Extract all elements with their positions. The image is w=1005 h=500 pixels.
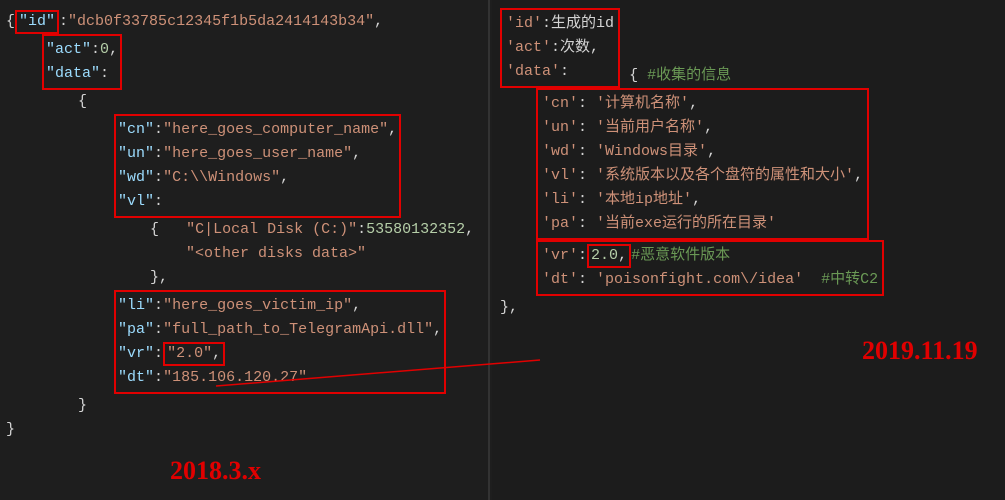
json-key-act: "act"	[46, 41, 91, 58]
json-key-id: "id"	[19, 13, 55, 30]
json-key-id: 'id'	[506, 15, 542, 32]
json-key-disk: "C|Local Disk (C:)"	[186, 221, 357, 238]
json-val-vr: "2.0"	[167, 345, 212, 362]
json-key-wd: "wd"	[118, 169, 154, 186]
json-val-li: '本地ip地址'	[596, 191, 692, 208]
code-line: "<other disks data>"	[6, 242, 482, 266]
json-key-li: "li"	[118, 297, 154, 314]
json-val-cn: "here_goes_computer_name"	[163, 121, 388, 138]
json-key-dt: 'dt'	[542, 271, 578, 288]
json-val-pa: "full_path_to_TelegramApi.dll"	[163, 321, 433, 338]
json-key-vr: "vr"	[118, 345, 154, 362]
comment: #恶意软件版本	[631, 247, 730, 264]
json-key-cn: 'cn'	[542, 95, 578, 112]
code-line: "cn":"here_goes_computer_name", "un":"he…	[6, 114, 482, 218]
code-line: },	[500, 296, 997, 320]
json-val-disk: 53580132352	[366, 221, 465, 238]
json-key-act: 'act'	[506, 39, 551, 56]
json-key-dt: "dt"	[118, 369, 154, 386]
code-line: "li":"here_goes_victim_ip", "pa":"full_p…	[6, 290, 482, 394]
code-line: 'cn': '计算机名称', 'un': '当前用户名称', 'wd': 'Wi…	[500, 88, 997, 240]
code-panel-right: 'id':生成的id 'act':次数, 'data': { #收集的信息 'c…	[492, 0, 1005, 500]
json-key-vr: 'vr'	[542, 247, 578, 264]
json-val-un: "here_goes_user_name"	[163, 145, 352, 162]
json-val-li: "here_goes_victim_ip"	[163, 297, 352, 314]
code-line: {	[6, 90, 482, 114]
comment: #中转C2	[821, 271, 878, 288]
json-key-data: "data"	[46, 65, 100, 82]
json-val-dt: 'poisonfight.com\/idea'	[596, 271, 803, 288]
comment: #收集的信息	[647, 67, 731, 84]
json-val-wd: "C:\\Windows"	[163, 169, 280, 186]
json-val-vl: '系统版本以及各个盘符的属性和大小'	[596, 167, 854, 184]
json-key-cn: "cn"	[118, 121, 154, 138]
code-line: 'vr':2.0,#恶意软件版本 'dt': 'poisonfight.com\…	[500, 240, 997, 296]
json-key-wd: 'wd'	[542, 143, 578, 160]
json-val-vr: 2.0	[591, 247, 618, 264]
code-panel-left: {"id":"dcb0f33785c12345f1b5da2414143b34"…	[0, 0, 490, 500]
json-key-pa: "pa"	[118, 321, 154, 338]
json-val-act: 0	[100, 41, 109, 58]
json-val-id: "dcb0f33785c12345f1b5da2414143b34"	[68, 13, 374, 30]
json-val-id: 生成的id	[551, 15, 614, 32]
annotation-date-right: 2019.11.19	[862, 330, 978, 372]
json-val-act: 次数	[560, 39, 590, 56]
json-val-dt: "185.106.120.27"	[163, 369, 307, 386]
json-val-wd: 'Windows目录'	[596, 143, 707, 160]
json-key-li: 'li'	[542, 191, 578, 208]
json-key-data: 'data'	[506, 63, 560, 80]
json-key-pa: 'pa'	[542, 215, 578, 232]
json-key-vl: "vl"	[118, 193, 154, 210]
json-val-un: '当前用户名称'	[596, 119, 704, 136]
json-val-cn: '计算机名称'	[596, 95, 689, 112]
code-line: 'id':生成的id 'act':次数, 'data': { #收集的信息	[500, 8, 997, 88]
code-line: }	[6, 394, 482, 418]
json-key-un: "un"	[118, 145, 154, 162]
code-line: { "C|Local Disk (C:)":53580132352,	[6, 218, 482, 242]
code-line: {"id":"dcb0f33785c12345f1b5da2414143b34"…	[6, 10, 482, 34]
code-line: },	[6, 266, 482, 290]
json-val-pa: '当前exe运行的所在目录'	[596, 215, 776, 232]
json-val-other: "<other disks data>"	[186, 245, 366, 262]
code-line: "act":0, "data":	[6, 34, 482, 90]
json-key-vl: 'vl'	[542, 167, 578, 184]
annotation-date-left: 2018.3.x	[170, 450, 261, 492]
json-key-un: 'un'	[542, 119, 578, 136]
code-line: }	[6, 418, 482, 442]
